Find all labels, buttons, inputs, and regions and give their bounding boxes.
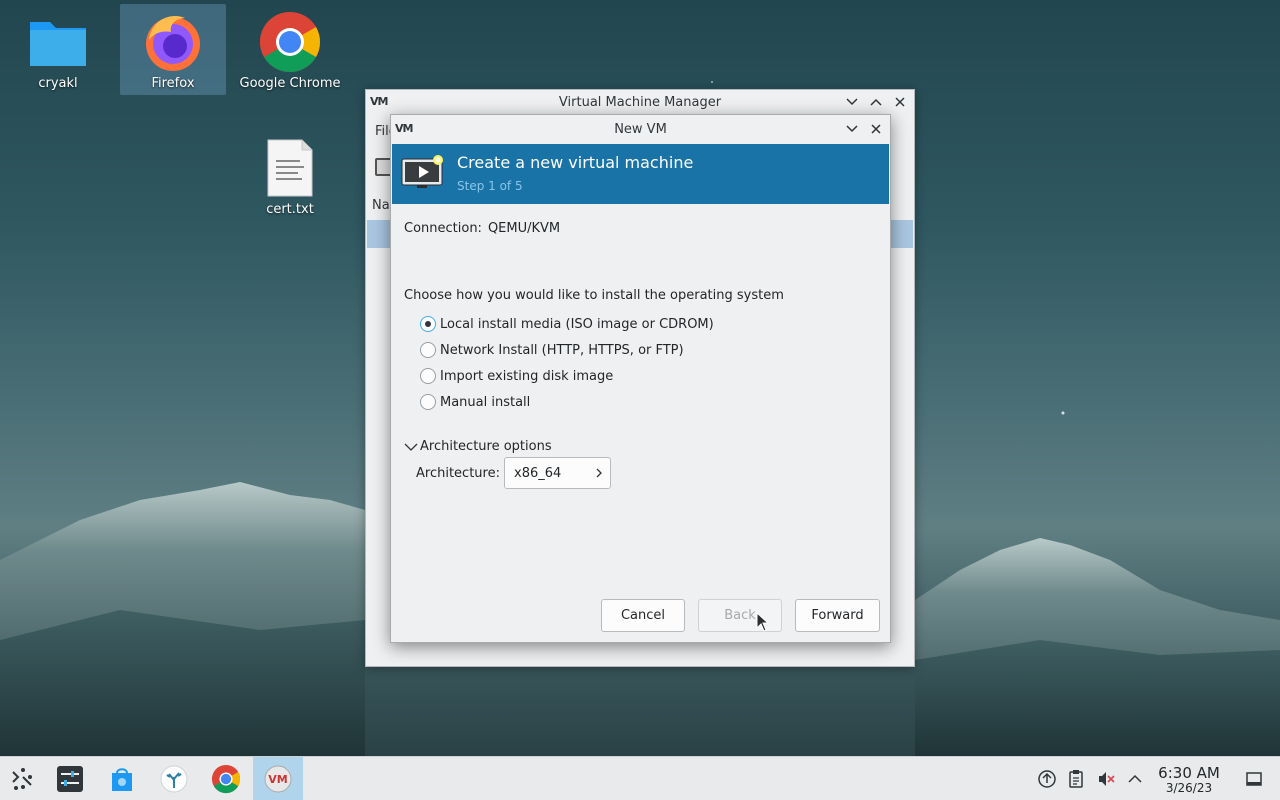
chevron-down-icon <box>404 441 420 453</box>
desktop-icon-label: Google Chrome <box>239 76 341 91</box>
chevron-right-icon <box>594 466 604 480</box>
show-desktop-icon[interactable] <box>1244 769 1264 789</box>
expander-label: Architecture options <box>420 439 552 454</box>
radio-label: Local install media (ISO image or CDROM) <box>440 316 714 332</box>
minimize-icon[interactable] <box>842 120 862 138</box>
radio-import-disk-image[interactable]: Import existing disk image <box>420 368 613 384</box>
radio-button[interactable] <box>420 342 436 358</box>
desktop-icon-cryakl[interactable]: cryakl <box>5 4 111 95</box>
connection-info: Connection: QEMU/KVM <box>404 221 560 236</box>
discover-store-icon[interactable] <box>104 761 140 797</box>
connection-label: Connection: <box>404 221 482 236</box>
architecture-options-expander[interactable]: Architecture options <box>404 439 552 454</box>
close-icon[interactable] <box>890 93 910 111</box>
banner-title: Create a new virtual machine <box>457 153 694 172</box>
new-vm-monitor-icon <box>401 155 445 191</box>
system-settings-icon[interactable] <box>52 761 88 797</box>
folder-icon <box>26 10 90 74</box>
taskbar: VM 6:30 AM 3/26/23 <box>0 756 1280 800</box>
application-launcher-icon[interactable] <box>4 761 40 797</box>
chevron-up-icon[interactable] <box>1125 769 1145 789</box>
chrome-icon <box>258 10 322 74</box>
new-vm-dialog[interactable]: VM New VM Create a new virtual machine S… <box>390 114 891 643</box>
architecture-select[interactable]: x86_64 <box>504 457 611 489</box>
clock-time: 6:30 AM <box>1158 764 1220 782</box>
install-method-heading: Choose how you would like to install the… <box>404 288 784 303</box>
vmm-logo-icon: VM <box>370 95 388 108</box>
svg-text:VM: VM <box>268 773 287 786</box>
radio-local-install-media[interactable]: Local install media (ISO image or CDROM) <box>420 316 714 332</box>
connection-value: QEMU/KVM <box>487 221 561 236</box>
radio-label: Network Install (HTTP, HTTPS, or FTP) <box>440 342 684 358</box>
dialog-banner: Create a new virtual machine Step 1 of 5 <box>392 144 889 204</box>
desktop-icon-label: cert.txt <box>266 202 314 217</box>
dialog-logo-icon: VM <box>395 122 413 135</box>
digital-clock[interactable]: 6:30 AM 3/26/23 <box>1150 765 1228 795</box>
vmm-titlebar[interactable]: VM Virtual Machine Manager <box>366 90 914 115</box>
radio-label: Manual install <box>440 394 531 410</box>
back-button[interactable]: Back <box>698 599 782 632</box>
desktop-icon-firefox[interactable]: Firefox <box>120 4 226 95</box>
clipboard-icon[interactable] <box>1066 769 1086 789</box>
close-icon[interactable] <box>866 120 886 138</box>
firefox-icon <box>141 10 205 74</box>
virt-manager-taskbar-icon[interactable]: VM <box>253 757 303 800</box>
radio-label: Import existing disk image <box>440 368 614 384</box>
forward-button[interactable]: Forward <box>795 599 880 632</box>
vmm-window-title: Virtual Machine Manager <box>558 95 722 110</box>
text-file-icon <box>258 136 322 200</box>
radio-button-checked[interactable] <box>420 316 436 332</box>
radio-manual-install[interactable]: Manual install <box>420 394 530 410</box>
desktop-icon-label: cryakl <box>38 76 78 91</box>
mouse-cursor-icon <box>756 612 768 632</box>
dialog-content: Connection: QEMU/KVM Choose how you would… <box>392 204 889 642</box>
desktop-icon-cert-txt[interactable]: cert.txt <box>237 130 343 221</box>
radio-network-install[interactable]: Network Install (HTTP, HTTPS, or FTP) <box>420 342 684 358</box>
radio-button[interactable] <box>420 368 436 384</box>
coral-app-icon[interactable] <box>156 761 192 797</box>
desktop-icon-label: Firefox <box>151 76 195 91</box>
architecture-value: x86_64 <box>514 465 562 481</box>
chrome-icon[interactable] <box>208 761 244 797</box>
dialog-titlebar[interactable]: VM New VM <box>391 115 890 143</box>
radio-button[interactable] <box>420 394 436 410</box>
volume-muted-icon[interactable] <box>1096 769 1116 789</box>
cancel-button[interactable]: Cancel <box>601 599 685 632</box>
banner-step: Step 1 of 5 <box>457 179 523 193</box>
dialog-title: New VM <box>614 121 667 137</box>
update-notifier-icon[interactable] <box>1037 769 1057 789</box>
architecture-label: Architecture: <box>416 466 500 481</box>
maximize-icon[interactable] <box>866 93 886 111</box>
clock-date: 3/26/23 <box>1165 781 1213 795</box>
desktop-icon-google-chrome[interactable]: Google Chrome <box>237 4 343 95</box>
minimize-icon[interactable] <box>842 93 862 111</box>
